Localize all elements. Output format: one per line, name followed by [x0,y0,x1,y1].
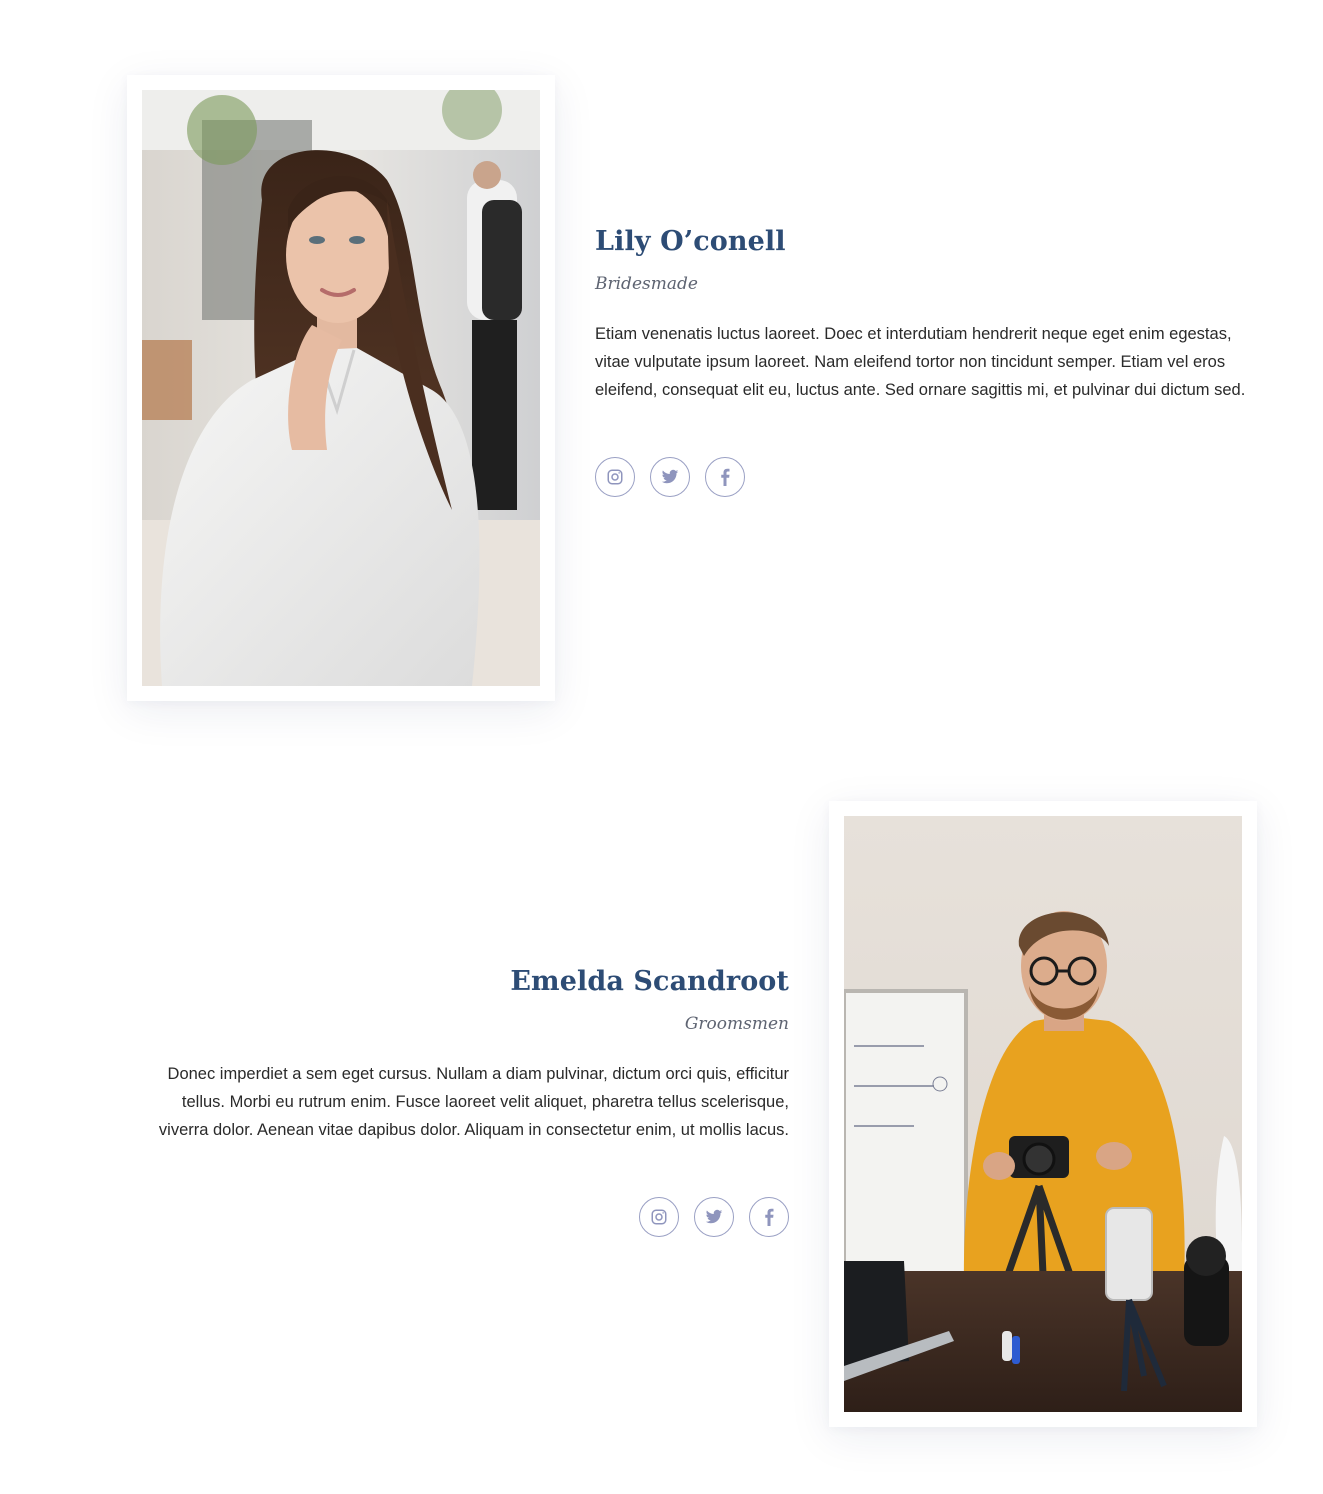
member-photo-bridesmaid [142,90,540,686]
member-name: Lily O’conell [595,226,786,257]
member-photo-groomsman [844,816,1242,1412]
member-bio: Donec imperdiet a sem eget cursus. Nulla… [158,1065,789,1140]
social-links [595,457,1255,498]
social-links [129,1197,789,1238]
facebook-button[interactable] [749,1197,789,1238]
instagram-button[interactable] [595,457,635,498]
member-info-1: Lily O’conell Bridesmade Etiam venenatis… [595,226,1255,498]
instagram-icon [651,1209,667,1225]
twitter-icon [661,470,679,484]
member-role: Groomsmen [684,1014,789,1035]
twitter-button[interactable] [650,457,690,498]
facebook-icon [721,469,730,487]
twitter-button[interactable] [694,1197,734,1238]
facebook-icon [765,1209,774,1227]
twitter-icon [705,1210,723,1224]
instagram-icon [607,469,623,485]
facebook-button[interactable] [705,457,745,498]
member-info-2: Emelda Scandroot Groomsmen Donec imperdi… [129,966,789,1238]
member-bio: Etiam venenatis luctus laoreet. Doec et … [595,325,1246,400]
member-name: Emelda Scandroot [510,966,789,997]
bridal-party-section: Lily O’conell Bridesmade Etiam venenatis… [0,0,1323,1494]
instagram-button[interactable] [639,1197,679,1238]
member-photo-frame [829,801,1257,1427]
member-photo-frame [127,75,555,701]
member-role: Bridesmade [595,274,698,295]
